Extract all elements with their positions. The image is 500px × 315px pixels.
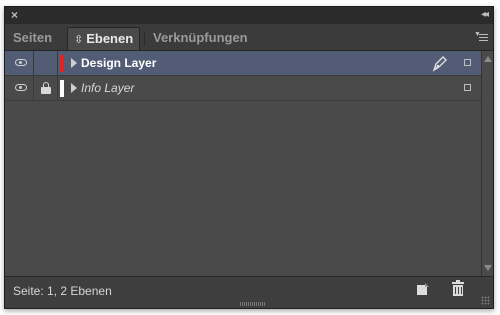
panel-menu-line (479, 40, 488, 41)
tab-verknuepfungen[interactable]: Verknüpfungen (147, 27, 254, 50)
status-text: Seite: 1, 2 Ebenen (13, 284, 112, 298)
new-layer-icon[interactable] (417, 283, 429, 295)
collapse-panel-icon[interactable]: ◂◂ (481, 8, 489, 22)
eye-icon (15, 84, 27, 91)
layer-list: Design Layer Info Layer (5, 51, 481, 276)
layer-name[interactable]: Info Layer (81, 80, 134, 96)
close-icon[interactable]: × (11, 8, 18, 22)
lock-icon (41, 82, 51, 94)
tab-bar: Seiten ⇳ Ebenen Verknüpfungen ▼ (5, 24, 493, 51)
tab-drag-icon: ⇳ (74, 34, 84, 46)
trash-icon[interactable] (451, 280, 465, 296)
visibility-toggle[interactable] (10, 76, 34, 100)
layer-row-design[interactable]: Design Layer (5, 51, 481, 76)
panel-menu-line (479, 34, 488, 35)
disclosure-arrow-icon[interactable] (71, 83, 77, 93)
layer-name[interactable]: Design Layer (81, 55, 156, 71)
eye-icon (15, 59, 27, 66)
panel-menu-icon[interactable]: ▼ (474, 31, 488, 43)
lock-toggle[interactable] (34, 51, 58, 75)
panel-titlebar: × ◂◂ (5, 7, 493, 25)
tab-label: Ebenen (86, 31, 134, 46)
scroll-down-icon[interactable] (484, 265, 492, 271)
tab-divider (144, 31, 145, 46)
layer-row-info[interactable]: Info Layer (5, 76, 481, 101)
scroll-up-icon[interactable] (484, 56, 492, 62)
tab-ebenen[interactable]: ⇳ Ebenen (67, 27, 141, 50)
selection-square-icon[interactable] (464, 84, 471, 91)
panel-footer: Seite: 1, 2 Ebenen (5, 276, 493, 308)
panel-menu-line (479, 37, 488, 38)
disclosure-arrow-icon[interactable] (71, 58, 77, 68)
selection-square-icon[interactable] (464, 59, 471, 66)
tab-seiten[interactable]: Seiten (7, 27, 58, 50)
visibility-toggle[interactable] (10, 51, 34, 75)
scrollbar[interactable] (481, 51, 493, 276)
layers-panel: × ◂◂ Seiten ⇳ Ebenen Verknüpfungen ▼ Des… (4, 6, 494, 309)
resize-grip-bottom[interactable] (240, 302, 266, 306)
tab-label: Verknüpfungen (153, 30, 248, 45)
layer-color-swatch (60, 55, 64, 72)
layer-color-swatch (60, 80, 64, 97)
lock-toggle[interactable] (34, 76, 58, 100)
resize-corner-icon[interactable] (481, 296, 490, 305)
pen-icon (431, 54, 449, 72)
tab-label: Seiten (13, 30, 53, 45)
